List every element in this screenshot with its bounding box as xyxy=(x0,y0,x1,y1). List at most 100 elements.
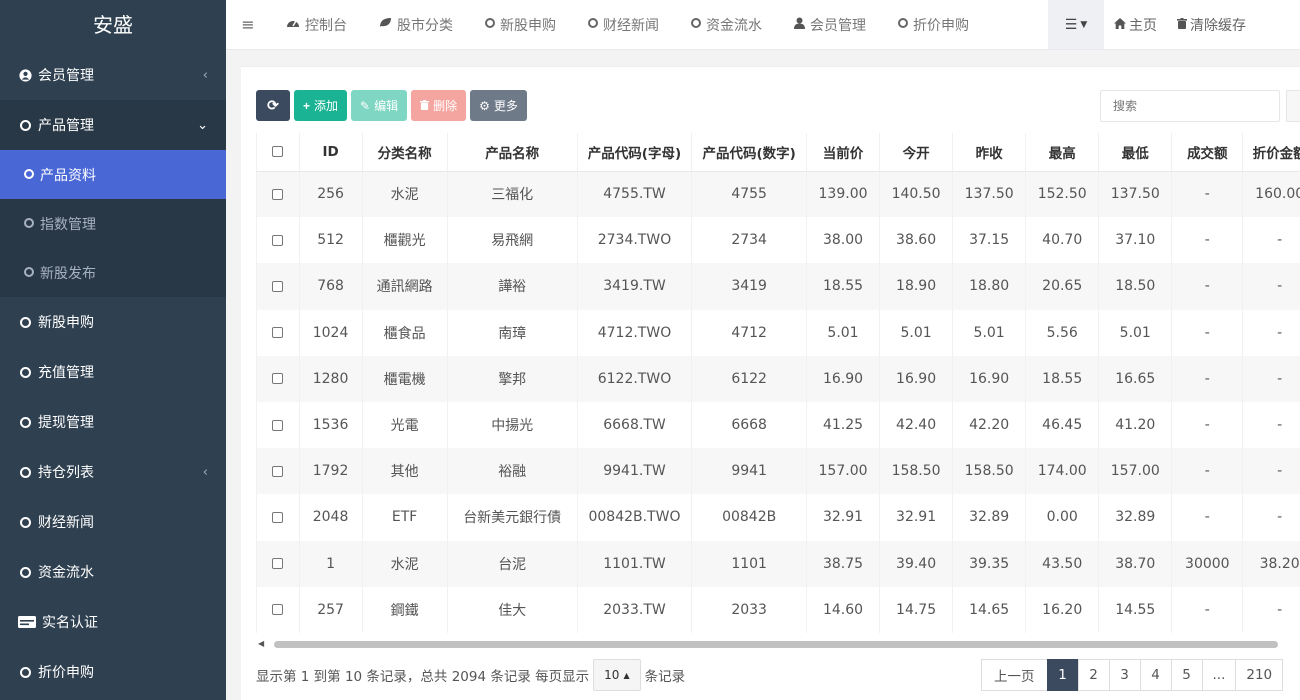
sidebar-item-withdraw[interactable]: 提现管理 xyxy=(0,397,226,447)
row-select-cell[interactable] xyxy=(256,540,300,587)
table-row[interactable]: 1 水泥 台泥 1101.TW 1101 38.75 39.40 39.35 43.50 38.7… xyxy=(256,540,1300,587)
cell-discount-amount: 160.00 xyxy=(1242,171,1300,218)
sidebar-item-verification[interactable]: 实名认证 xyxy=(0,597,226,647)
scroll-left-icon[interactable]: ◀ xyxy=(258,639,264,648)
header-open[interactable]: 今开 xyxy=(879,133,953,172)
horizontal-scrollbar[interactable]: ◀ xyxy=(256,639,1286,649)
page-button-last[interactable]: 210 xyxy=(1235,659,1284,691)
sidebar-subitem-index-management[interactable]: 指数管理 xyxy=(0,199,226,248)
sidebar-item-ipo-subscription[interactable]: 新股申购 xyxy=(0,297,226,347)
header-code-alpha[interactable]: 产品代码(字母) xyxy=(576,133,692,172)
header-prev-close[interactable]: 昨收 xyxy=(952,133,1026,172)
sidebar-item-recharge[interactable]: 充值管理 xyxy=(0,347,226,397)
table-row[interactable]: 768 通訊網路 譁裕 3419.TW 3419 18.55 18.90 18.80 20.65… xyxy=(256,263,1300,310)
more-button[interactable]: ⚙ 更多 xyxy=(470,90,527,121)
page-size-select[interactable]: 10 ▲ xyxy=(593,659,641,691)
table-row[interactable]: 257 鋼鐵 佳大 2033.TW 2033 14.60 14.75 14.65 16.20 14… xyxy=(256,586,1300,633)
header-low[interactable]: 最低 xyxy=(1098,133,1172,172)
tab-discount-subscription[interactable]: 折价申购 xyxy=(882,0,985,49)
checkbox[interactable] xyxy=(272,419,284,431)
header-current-price[interactable]: 当前价 xyxy=(805,133,880,172)
sidebar-subitem-product-info[interactable]: 产品资料 xyxy=(0,150,226,199)
cell-product-name: 中揚光 xyxy=(446,401,578,449)
circle-icon xyxy=(18,516,32,528)
home-icon xyxy=(1114,17,1126,32)
row-select-cell[interactable] xyxy=(256,309,300,356)
columns-toggle-button[interactable] xyxy=(1286,90,1300,122)
row-select-cell[interactable] xyxy=(256,171,300,218)
row-select-cell[interactable] xyxy=(256,355,300,402)
checkbox[interactable] xyxy=(272,234,284,246)
checkbox[interactable] xyxy=(272,280,284,292)
cell-product-name: 南璋 xyxy=(446,309,578,356)
row-select-cell[interactable] xyxy=(256,448,300,495)
cell-code-numeric: 6668 xyxy=(691,401,807,449)
table-row[interactable]: 1536 光電 中揚光 6668.TW 6668 41.25 42.40 42.20 46.45… xyxy=(256,401,1300,449)
prev-page-button[interactable]: 上一页 xyxy=(981,659,1048,691)
checkbox[interactable] xyxy=(272,558,284,570)
add-button[interactable]: + 添加 xyxy=(294,90,348,121)
cell-prev-close: 5.01 xyxy=(952,309,1026,356)
row-select-cell[interactable] xyxy=(256,401,300,449)
table-row[interactable]: 1280 櫃電機 擎邦 6122.TWO 6122 16.90 16.90 16.90 18.5… xyxy=(256,355,1300,402)
table-row[interactable]: 1792 其他 裕融 9941.TW 9941 157.00 158.50 158.50 174… xyxy=(256,448,1300,495)
page-button-5[interactable]: 5 xyxy=(1170,659,1203,691)
sidebar-item-positions[interactable]: 持仓列表 ‹ xyxy=(0,447,226,497)
table-row[interactable]: 2048 ETF 台新美元銀行債 00842B.TWO 00842B 32.91 32.91… xyxy=(256,494,1300,541)
tab-options-dropdown[interactable]: ☰ ▼ xyxy=(1048,0,1104,49)
header-code-numeric[interactable]: 产品代码(数字) xyxy=(691,133,807,172)
row-select-cell[interactable] xyxy=(256,494,300,541)
tab-members[interactable]: 会员管理 xyxy=(778,0,882,49)
sidebar-item-news[interactable]: 财经新闻 xyxy=(0,497,226,547)
plus-icon: + xyxy=(303,98,311,113)
header-id[interactable]: ID xyxy=(298,133,363,172)
sidebar-item-members[interactable]: 会员管理 ‹ xyxy=(0,50,226,100)
circle-icon xyxy=(24,266,34,280)
menu-toggle-icon[interactable]: ≡ xyxy=(226,15,270,34)
cell-id: 1536 xyxy=(298,401,363,449)
edit-label: 编辑 xyxy=(374,99,399,113)
header-select-all[interactable] xyxy=(256,133,300,172)
delete-button[interactable]: 删除 xyxy=(411,90,467,121)
cell-turnover: - xyxy=(1171,309,1243,356)
tab-ipo-subscription[interactable]: 新股申购 xyxy=(469,0,572,49)
tab-stock-category[interactable]: 股市分类 xyxy=(363,0,469,49)
checkbox[interactable] xyxy=(272,188,284,200)
table-row[interactable]: 256 水泥 三福化 4755.TW 4755 139.00 140.50 137.50 152… xyxy=(256,171,1300,218)
scrollbar-thumb[interactable] xyxy=(274,641,1278,648)
sidebar-item-products[interactable]: 产品管理 ⌄ xyxy=(0,100,226,150)
sidebar: 安盛 会员管理 ‹ 产品管理 ⌄ 产品资料 指数管理 新股发布 新股申购 充值管… xyxy=(0,0,226,700)
checkbox[interactable] xyxy=(272,327,284,339)
sidebar-item-discount-subscription[interactable]: 折价申购 xyxy=(0,647,226,697)
header-turnover[interactable]: 成交额 xyxy=(1171,133,1243,172)
page-button-3[interactable]: 3 xyxy=(1108,659,1141,691)
home-link[interactable]: 主页 xyxy=(1104,15,1167,35)
search-input[interactable] xyxy=(1100,90,1280,122)
row-select-cell[interactable] xyxy=(256,263,300,310)
checkbox[interactable] xyxy=(272,146,284,158)
page-button-2[interactable]: 2 xyxy=(1077,659,1110,691)
edit-button[interactable]: ✎ 编辑 xyxy=(351,90,408,121)
checkbox[interactable] xyxy=(272,465,284,477)
table-row[interactable]: 1024 櫃食品 南璋 4712.TWO 4712 5.01 5.01 5.01 5.56 5.0… xyxy=(256,309,1300,356)
tab-fund-flow[interactable]: 资金流水 xyxy=(675,0,778,49)
checkbox[interactable] xyxy=(272,373,284,385)
header-discount-amount[interactable]: 折价金额 xyxy=(1242,133,1300,172)
header-category[interactable]: 分类名称 xyxy=(361,133,448,172)
tab-dashboard[interactable]: 控制台 xyxy=(270,0,363,49)
tab-news[interactable]: 财经新闻 xyxy=(572,0,675,49)
sidebar-item-fund-flow[interactable]: 资金流水 xyxy=(0,547,226,597)
refresh-button[interactable]: ⟳ xyxy=(256,90,290,121)
row-select-cell[interactable] xyxy=(256,217,300,264)
cell-high: 46.45 xyxy=(1025,401,1099,449)
checkbox[interactable] xyxy=(272,604,284,616)
header-high[interactable]: 最高 xyxy=(1025,133,1099,172)
table-row[interactable]: 512 櫃觀光 易飛網 2734.TWO 2734 38.00 38.60 37.15 40.7… xyxy=(256,217,1300,264)
header-product-name[interactable]: 产品名称 xyxy=(446,133,578,172)
sidebar-subitem-ipo-release[interactable]: 新股发布 xyxy=(0,248,226,297)
row-select-cell[interactable] xyxy=(256,586,300,633)
page-button-1[interactable]: 1 xyxy=(1046,659,1079,691)
page-button-4[interactable]: 4 xyxy=(1139,659,1172,691)
checkbox[interactable] xyxy=(272,511,284,523)
clear-cache-link[interactable]: 清除缓存 xyxy=(1167,15,1256,35)
